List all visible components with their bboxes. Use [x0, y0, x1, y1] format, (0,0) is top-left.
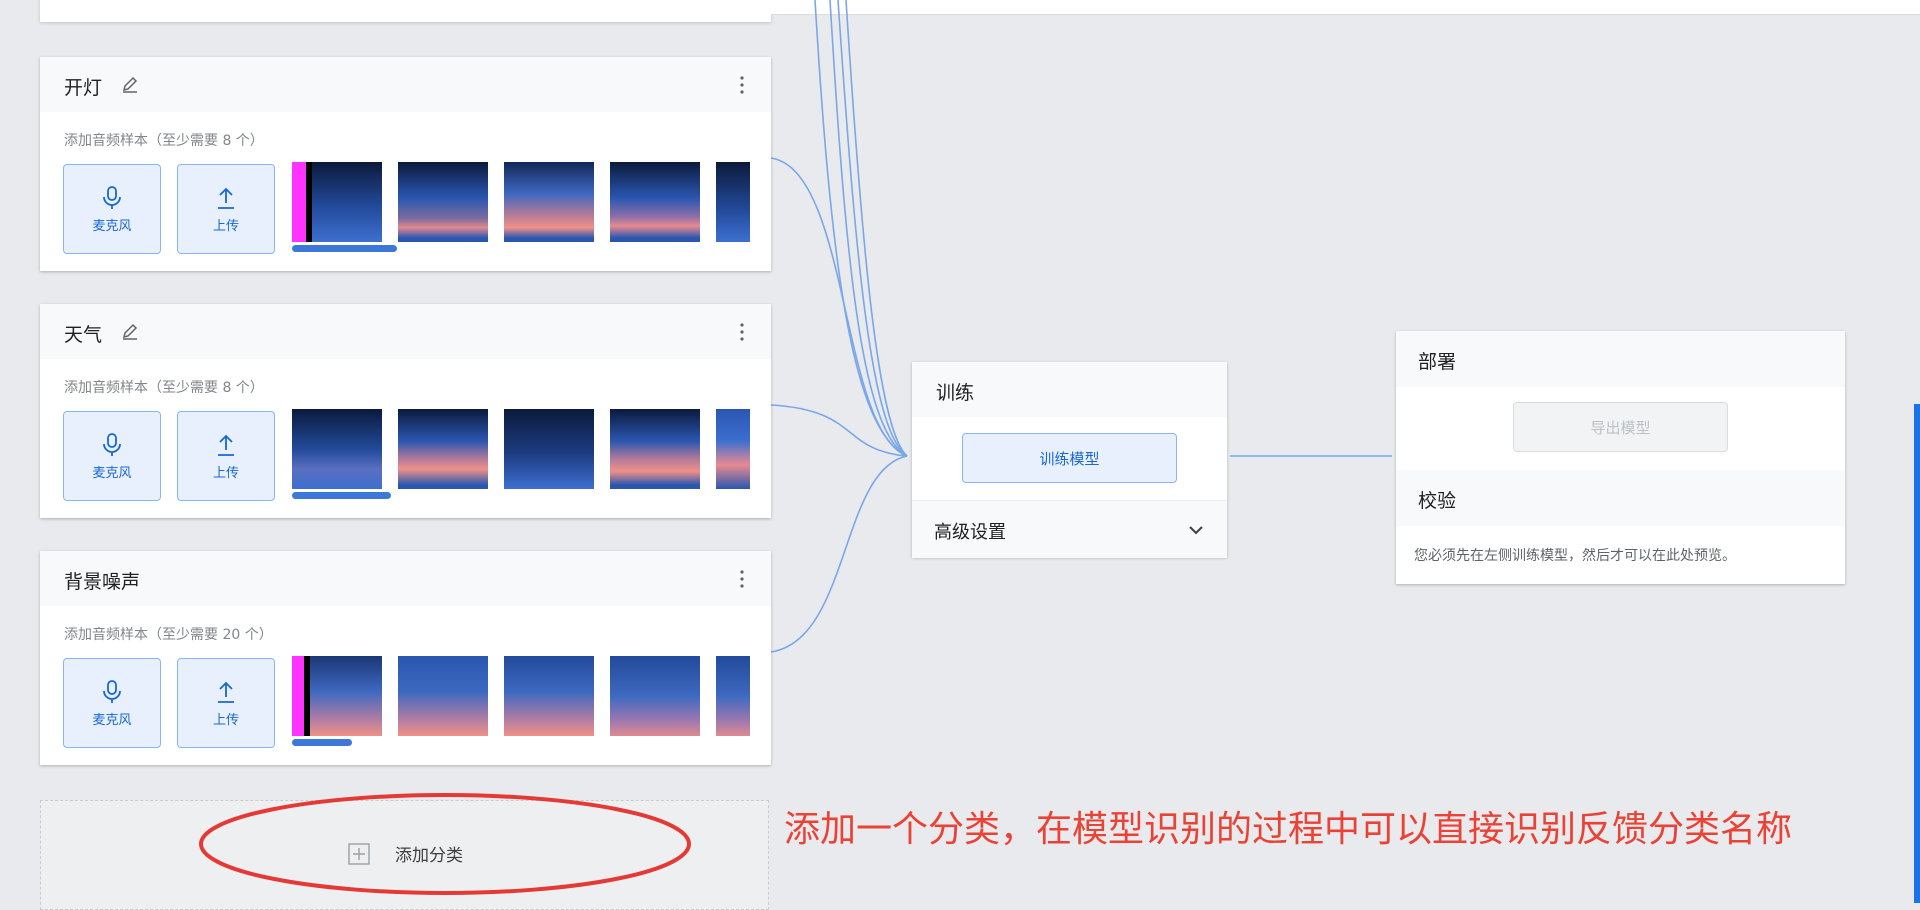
pencil-icon[interactable] — [120, 74, 140, 94]
mic-icon — [103, 432, 121, 456]
upload-icon — [218, 434, 234, 456]
sample-hint: 添加音频样本（至少需要 8 个） — [64, 133, 264, 149]
verify-header: 校验 — [1396, 470, 1845, 526]
spectrogram-sample[interactable] — [504, 409, 594, 489]
spectrogram-sample[interactable] — [716, 656, 750, 736]
mic-icon — [103, 185, 121, 209]
training-title: 训练 — [936, 382, 975, 404]
class-name: 背景噪声 — [64, 571, 141, 593]
spectrogram-sample[interactable] — [716, 409, 750, 489]
upload-button[interactable]: 上传 — [177, 411, 275, 501]
spectrogram-sample[interactable] — [398, 409, 488, 489]
upload-label: 上传 — [212, 465, 239, 481]
playback-progress-bar — [292, 492, 391, 499]
class-card-weather: 天气 添加音频样本（至少需要 8 个） 麦克风 上传 — [40, 304, 771, 518]
upload-label: 上传 — [212, 218, 239, 234]
previous-class-card — [40, 0, 771, 22]
spectrogram-sample[interactable] — [398, 162, 488, 242]
verify-title: 校验 — [1418, 490, 1457, 512]
chevron-down-icon — [1189, 526, 1203, 535]
microphone-button[interactable]: 麦克风 — [63, 164, 161, 254]
class-header: 背景噪声 — [40, 551, 771, 606]
annotation-text: 添加一个分类，在模型识别的过程中可以直接识别反馈分类名称 — [784, 809, 1793, 850]
deploy-title: 部署 — [1418, 351, 1457, 373]
upload-button[interactable]: 上传 — [177, 658, 275, 748]
mic-icon — [103, 679, 121, 703]
sample-hint: 添加音频样本（至少需要 8 个） — [64, 380, 264, 396]
more-vert-icon[interactable] — [739, 74, 745, 96]
pencil-icon[interactable] — [120, 321, 140, 341]
class-body: 添加音频样本（至少需要 20 个） 麦克风 上传 — [40, 606, 771, 765]
spectrogram-sample[interactable] — [610, 162, 700, 242]
spectrogram-sample[interactable] — [504, 162, 594, 242]
spectrogram-sample[interactable] — [610, 656, 700, 736]
sample-hint: 添加音频样本（至少需要 20 个） — [64, 627, 273, 643]
verify-note: 您必须先在左侧训练模型，然后才可以在此处预览。 — [1414, 548, 1736, 564]
class-card-light: 开灯 添加音频样本（至少需要 8 个） 麦克风 上传 — [40, 57, 771, 271]
microphone-label: 麦克风 — [92, 218, 132, 234]
annotation-ellipse — [199, 793, 691, 895]
upload-icon — [218, 187, 234, 209]
upload-icon — [218, 681, 234, 703]
training-card: 训练 训练模型 高级设置 — [912, 362, 1227, 558]
class-card-background-noise: 背景噪声 添加音频样本（至少需要 20 个） 麦克风 上传 — [40, 551, 771, 765]
top-bar — [771, 0, 1920, 15]
spectrogram-sample[interactable] — [292, 162, 382, 242]
app-logo-icon — [66, 0, 216, 2]
export-model-button[interactable]: 导出模型 — [1513, 402, 1728, 452]
microphone-label: 麦克风 — [92, 712, 132, 728]
spectrogram-sample[interactable] — [610, 409, 700, 489]
scrollbar-thumb[interactable] — [1914, 404, 1920, 903]
spectrogram-sample[interactable] — [716, 162, 750, 242]
advanced-settings-toggle[interactable]: 高级设置 — [912, 500, 1227, 558]
microphone-button[interactable]: 麦克风 — [63, 658, 161, 748]
class-header: 天气 — [40, 304, 771, 359]
training-header: 训练 — [912, 362, 1227, 417]
spectrogram-sample[interactable] — [504, 656, 594, 736]
upload-button[interactable]: 上传 — [177, 164, 275, 254]
class-body: 添加音频样本（至少需要 8 个） 麦克风 上传 — [40, 112, 771, 271]
deploy-header: 部署 — [1396, 331, 1845, 387]
playback-progress-bar — [292, 245, 397, 252]
spectrogram-sample[interactable] — [292, 656, 382, 736]
advanced-settings-label: 高级设置 — [934, 522, 1006, 543]
microphone-label: 麦克风 — [92, 465, 132, 481]
spectrogram-sample[interactable] — [398, 656, 488, 736]
class-body: 添加音频样本（至少需要 8 个） 麦克风 上传 — [40, 359, 771, 518]
microphone-button[interactable]: 麦克风 — [63, 411, 161, 501]
spectrogram-sample[interactable] — [292, 409, 382, 489]
deploy-card: 部署 导出模型 校验 您必须先在左侧训练模型，然后才可以在此处预览。 — [1396, 331, 1845, 584]
train-model-button[interactable]: 训练模型 — [962, 433, 1177, 483]
playback-progress-bar — [292, 739, 352, 746]
class-header: 开灯 — [40, 57, 771, 112]
class-name: 天气 — [64, 324, 103, 346]
more-vert-icon[interactable] — [739, 321, 745, 343]
class-name: 开灯 — [64, 77, 103, 99]
more-vert-icon[interactable] — [739, 568, 745, 590]
upload-label: 上传 — [212, 712, 239, 728]
